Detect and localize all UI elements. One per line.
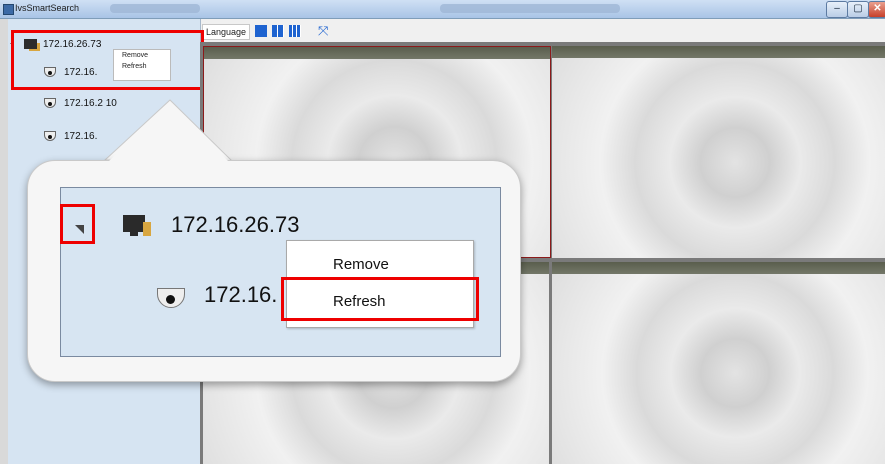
tile-header xyxy=(552,46,885,58)
highlight-box xyxy=(11,30,204,90)
maximize-button[interactable]: ▢ xyxy=(847,1,869,18)
nine-layout-icon[interactable] xyxy=(289,25,301,37)
zoomed-tree: 172.16.26.73 172.16. Remove Refresh xyxy=(60,187,501,357)
highlight-box xyxy=(281,277,479,321)
menu-item-remove[interactable]: Remove xyxy=(333,256,389,273)
tile-header xyxy=(552,262,885,274)
nvr-icon xyxy=(123,215,151,236)
camera-icon xyxy=(44,98,56,109)
camera-icon xyxy=(157,288,185,308)
tile-header xyxy=(204,47,550,59)
app-icon xyxy=(3,4,14,15)
tree-item-camera[interactable]: 172.16.2 10 xyxy=(44,98,117,109)
minimize-button[interactable]: – xyxy=(826,1,848,18)
language-button[interactable]: Language xyxy=(202,24,251,40)
highlight-box xyxy=(60,204,95,244)
four-layout-icon[interactable] xyxy=(272,25,284,37)
single-layout-icon[interactable] xyxy=(255,25,267,37)
tree-item-label: 172.16.2 10 xyxy=(64,98,117,109)
blurred-area xyxy=(110,4,200,13)
window-title: IvsSmartSearch xyxy=(15,3,80,13)
video-tile[interactable] xyxy=(552,46,885,258)
toolbar: Language ⤧ xyxy=(200,19,885,42)
close-button[interactable]: ✕ xyxy=(868,1,885,18)
title-bar: IvsSmartSearch – ▢ ✕ xyxy=(0,0,885,19)
tree-item-camera[interactable]: 172.16. xyxy=(44,131,97,142)
fullscreen-icon[interactable]: ⤧ xyxy=(318,24,330,37)
zoom-root-label: 172.16.26.73 xyxy=(171,212,300,237)
camera-icon xyxy=(44,131,56,142)
video-tile[interactable] xyxy=(552,262,885,464)
zoom-child-label: 172.16. xyxy=(204,282,278,307)
tree-item-label: 172.16. xyxy=(64,131,98,142)
blurred-area xyxy=(440,4,620,13)
